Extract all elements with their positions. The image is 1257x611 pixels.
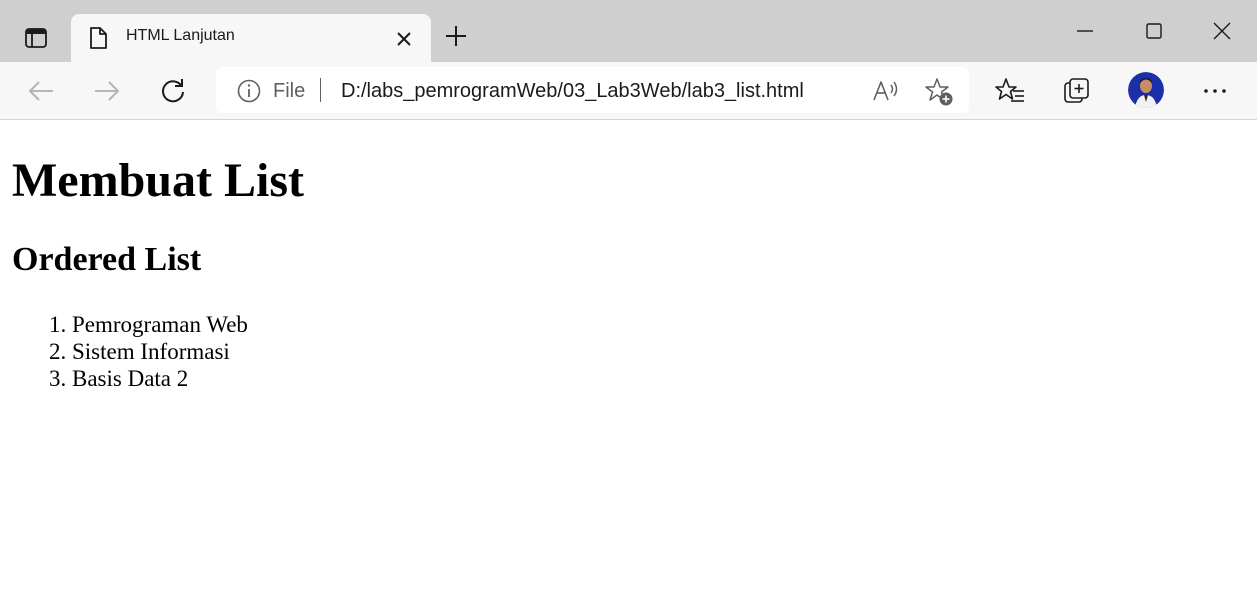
more-icon bbox=[1199, 76, 1231, 106]
maximize-icon bbox=[1140, 18, 1168, 46]
toolbar: File D:/labs_pemrogramWeb/03_Lab3Web/lab… bbox=[0, 62, 1257, 120]
close-window-icon bbox=[1208, 18, 1236, 46]
back-arrow-icon bbox=[26, 76, 56, 106]
sidebar-icon bbox=[24, 27, 48, 49]
ordered-list: Pemrograman Web Sistem Informasi Basis D… bbox=[32, 311, 248, 392]
forward-button[interactable] bbox=[92, 76, 122, 106]
avatar[interactable] bbox=[1128, 72, 1164, 108]
address-separator bbox=[320, 78, 321, 102]
new-tab-button[interactable] bbox=[442, 22, 470, 50]
list-item: Pemrograman Web bbox=[72, 311, 248, 338]
close-window-button[interactable] bbox=[1208, 18, 1236, 46]
minimize-icon bbox=[1071, 18, 1099, 46]
add-favorite-icon[interactable] bbox=[924, 77, 954, 107]
collections-icon bbox=[1062, 76, 1092, 106]
reload-icon bbox=[158, 76, 188, 106]
favorites-button[interactable] bbox=[995, 76, 1027, 106]
page-content: Membuat List Ordered List Pemrograman We… bbox=[0, 120, 1257, 611]
read-aloud-icon[interactable] bbox=[871, 77, 901, 105]
close-icon[interactable] bbox=[393, 28, 415, 50]
section-heading: Ordered List bbox=[12, 241, 202, 278]
minimize-button[interactable] bbox=[1071, 18, 1099, 46]
reload-button[interactable] bbox=[158, 76, 188, 106]
favorites-icon bbox=[995, 76, 1027, 106]
forward-arrow-icon bbox=[92, 76, 122, 106]
url-text[interactable]: D:/labs_pemrogramWeb/03_Lab3Web/lab3_lis… bbox=[341, 80, 804, 103]
page-heading: Membuat List bbox=[12, 154, 304, 207]
tab-actions-button[interactable] bbox=[16, 24, 56, 52]
list-item: Basis Data 2 bbox=[72, 365, 248, 392]
address-bar[interactable]: File D:/labs_pemrogramWeb/03_Lab3Web/lab… bbox=[216, 67, 969, 113]
maximize-button[interactable] bbox=[1140, 18, 1168, 46]
scheme-label: File bbox=[273, 80, 306, 102]
tab-active[interactable]: HTML Lanjutan bbox=[71, 14, 431, 62]
info-icon[interactable] bbox=[236, 78, 262, 104]
collections-button[interactable] bbox=[1062, 76, 1092, 106]
title-bar: HTML Lanjutan bbox=[0, 0, 1257, 62]
more-button[interactable] bbox=[1199, 76, 1231, 106]
back-button[interactable] bbox=[26, 76, 56, 106]
file-icon bbox=[87, 26, 109, 50]
tab-title: HTML Lanjutan bbox=[126, 27, 235, 44]
list-item: Sistem Informasi bbox=[72, 338, 248, 365]
plus-icon bbox=[442, 22, 470, 50]
